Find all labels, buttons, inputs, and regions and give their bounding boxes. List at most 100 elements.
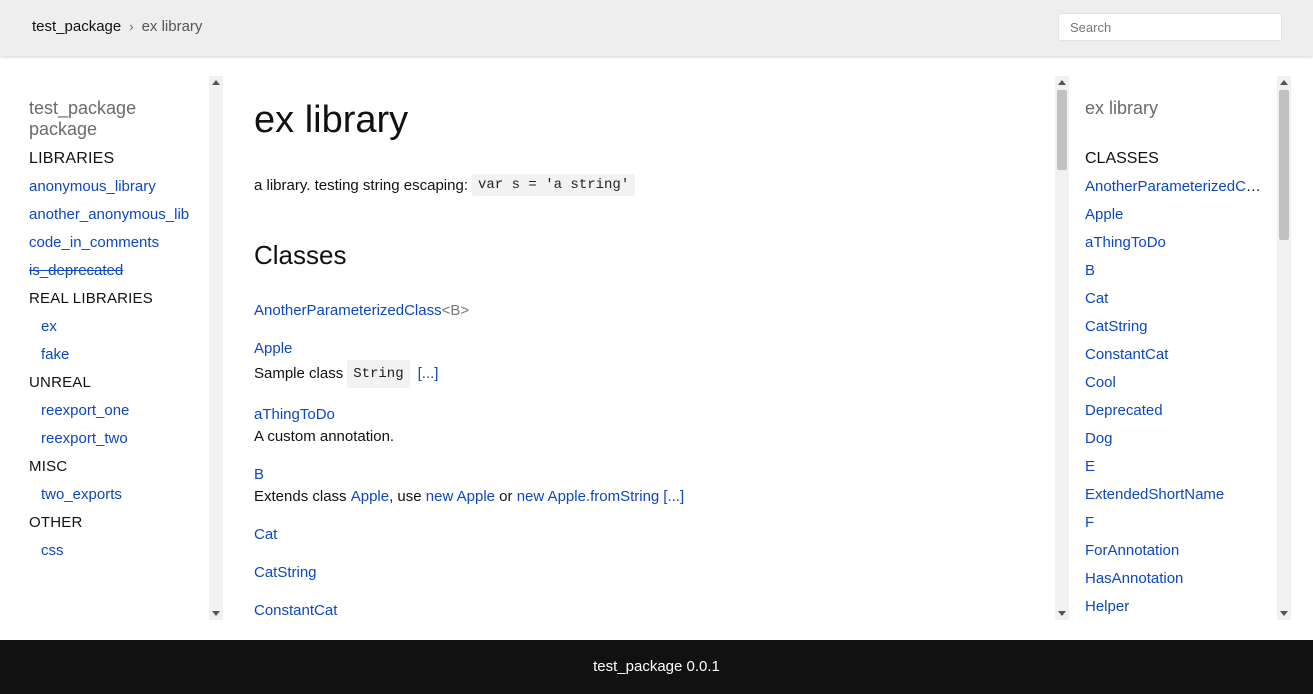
scroll-down-arrow-icon[interactable]	[1058, 611, 1066, 616]
class-link[interactable]: aThingToDo	[254, 406, 335, 423]
scrollbar-thumb[interactable]	[1057, 90, 1067, 170]
scroll-up-arrow-icon[interactable]	[1058, 80, 1066, 85]
class-nav-item: aThingToDo	[1085, 232, 1261, 260]
chevron-right-icon: ›	[129, 19, 134, 34]
class-nav-item: HasAnnotation	[1085, 568, 1261, 596]
class-link[interactable]: Cat	[254, 526, 277, 543]
class-name-line: B	[254, 464, 1034, 486]
class-nav-item: Deprecated	[1085, 400, 1261, 428]
class-nav-item: Cat	[1085, 288, 1261, 316]
package-title: test_package package	[29, 98, 137, 139]
class-nav-link[interactable]: Cat	[1085, 290, 1108, 307]
nav-library-link[interactable]: fake	[41, 346, 69, 363]
nav-library-link[interactable]: reexport_one	[41, 402, 129, 419]
class-description: A custom annotation.	[254, 426, 1034, 448]
class-nav-item: F	[1085, 512, 1261, 540]
class-description-text: Extends class	[254, 488, 347, 505]
top-header: test_package › ex library	[0, 0, 1313, 56]
class-nav-list: CLASSES AnotherParameterizedClass Apple aT…	[1085, 148, 1261, 624]
nav-item: is_deprecated	[29, 260, 209, 288]
left-sidebar-scrollbar[interactable]	[209, 76, 223, 620]
class-name-line: AnotherParameterizedClass<B>	[254, 300, 1034, 322]
right-sidebar-scrollbar[interactable]	[1277, 76, 1291, 620]
breadcrumb-current: ex library	[141, 18, 203, 35]
class-link[interactable]: B	[254, 466, 264, 483]
class-nav-item: CatString	[1085, 316, 1261, 344]
class-nav-item: Dog	[1085, 428, 1261, 456]
nav-item: reexport_one	[29, 400, 209, 428]
class-description-text: Sample class	[254, 365, 344, 382]
nav-item: css	[29, 540, 209, 568]
class-nav-link[interactable]: aThingToDo	[1085, 234, 1166, 251]
class-nav-item: Cool	[1085, 372, 1261, 400]
class-description-code: String	[347, 360, 410, 388]
class-entry: AnotherParameterizedClass<B>	[254, 300, 1034, 322]
breadcrumb-package-link[interactable]: test_package	[32, 18, 121, 35]
class-entry: CatString	[254, 562, 1034, 584]
class-entry: aThingToDo A custom annotation.	[254, 404, 1034, 448]
search-input[interactable]	[1058, 13, 1282, 41]
class-nav-link[interactable]: Helper	[1085, 598, 1129, 615]
nav-item: reexport_two	[29, 428, 209, 456]
class-entry: Cat	[254, 524, 1034, 546]
nav-library-link[interactable]: css	[41, 542, 64, 559]
nav-item: fake	[29, 344, 209, 372]
class-nav-item: Apple	[1085, 204, 1261, 232]
class-link[interactable]: AnotherParameterizedClass	[254, 302, 442, 319]
class-name-line: Apple	[254, 338, 1034, 360]
read-more-link[interactable]: [...]	[663, 486, 684, 508]
class-nav-link[interactable]: Apple	[1085, 206, 1123, 223]
nav-library-link[interactable]: two_exports	[41, 486, 122, 503]
class-nav-link[interactable]: E	[1085, 458, 1095, 475]
scroll-up-arrow-icon[interactable]	[212, 80, 220, 85]
left-sidebar-content: test_package package LIBRARIES anonymous_…	[0, 76, 209, 620]
class-nav-item: E	[1085, 456, 1261, 484]
scroll-up-arrow-icon[interactable]	[1280, 80, 1288, 85]
left-sidebar: test_package package LIBRARIES anonymous_…	[0, 76, 223, 620]
class-description-rich: Apple, use new Apple or new Apple.fromSt…	[350, 488, 660, 505]
nav-library-link[interactable]: anonymous_library	[29, 178, 156, 195]
class-description-text: A custom annotation.	[254, 428, 395, 445]
class-ref-link[interactable]: Apple	[351, 488, 389, 505]
class-name-line: CatString	[254, 562, 1034, 584]
footer: test_package 0.0.1	[0, 640, 1313, 694]
class-entry: B Extends class Apple, use new Apple or n…	[254, 464, 1034, 508]
class-nav-link[interactable]: ConstantCat	[1085, 346, 1168, 363]
nav-item: ex	[29, 316, 209, 344]
class-nav-item: ForAnnotation	[1085, 540, 1261, 568]
library-description-text: a library. testing string escaping:	[254, 176, 468, 194]
class-nav-link[interactable]: ForAnnotation	[1085, 542, 1179, 559]
right-sidebar: ex library CLASSES AnotherParameterizedC…	[1055, 76, 1313, 620]
class-description: Sample class String [...]	[254, 360, 1034, 388]
read-more-link[interactable]: [...]	[418, 363, 439, 385]
nav-library-link[interactable]: another_anonymous_lib	[29, 206, 189, 223]
class-nav-link[interactable]: CatString	[1085, 318, 1148, 335]
class-nav-link[interactable]: AnotherParameterizedClass	[1085, 178, 1261, 195]
class-nav-link[interactable]: B	[1085, 262, 1095, 279]
class-nav-link[interactable]: Cool	[1085, 374, 1116, 391]
nav-library-link[interactable]: reexport_two	[41, 430, 128, 447]
class-ref-link[interactable]: new Apple.fromString	[517, 488, 660, 505]
class-nav-item: AnotherParameterizedClass	[1085, 176, 1261, 204]
nav-library-link[interactable]: ex	[41, 318, 57, 335]
scroll-down-arrow-icon[interactable]	[212, 611, 220, 616]
nav-library-link[interactable]: code_in_comments	[29, 234, 159, 251]
class-nav-link[interactable]: Deprecated	[1085, 402, 1163, 419]
right-sidebar-left-scrollbar[interactable]	[1055, 76, 1069, 620]
class-nav-link[interactable]: Dog	[1085, 430, 1113, 447]
class-link[interactable]: CatString	[254, 564, 317, 581]
class-list: AnotherParameterizedClass<B> Apple Sample …	[254, 300, 1034, 638]
scrollbar-thumb[interactable]	[1279, 90, 1289, 240]
class-nav-link[interactable]: F	[1085, 514, 1094, 531]
nav-item: code_in_comments	[29, 232, 209, 260]
class-link[interactable]: ConstantCat	[254, 602, 337, 619]
nav-item: another_anonymous_lib	[29, 204, 209, 232]
scroll-down-arrow-icon[interactable]	[1280, 611, 1288, 616]
nav-library-link[interactable]: is_deprecated	[29, 262, 123, 279]
class-nav-link[interactable]: ExtendedShortName	[1085, 486, 1224, 503]
class-name-line: aThingToDo	[254, 404, 1034, 426]
class-link[interactable]: Apple	[254, 340, 292, 357]
class-ref-link[interactable]: new Apple	[426, 488, 495, 505]
class-nav-link[interactable]: HasAnnotation	[1085, 570, 1183, 587]
page-title: ex library	[254, 99, 409, 141]
